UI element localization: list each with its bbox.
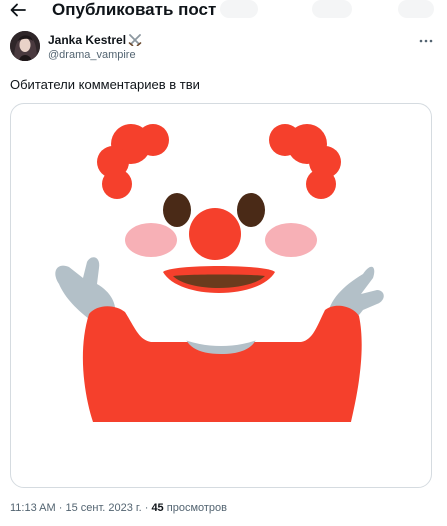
avatar[interactable]	[10, 31, 40, 61]
author-handle[interactable]: @drama_vampire	[48, 49, 136, 62]
post-meta: 11:13 AM · 15 сент. 2023 г. · 45 просмот…	[10, 501, 227, 515]
tweet-media-image[interactable]	[10, 103, 432, 488]
more-horizontal-icon	[419, 39, 433, 43]
crossed-swords-icon	[128, 34, 142, 46]
page-header: Опубликовать пост	[0, 0, 447, 22]
tweet-text: Обитатели комментариев в тви	[10, 77, 200, 92]
views-count: 45	[151, 502, 164, 514]
author-name[interactable]: Janka Kestrel	[48, 33, 142, 47]
meta-separator: ·	[58, 502, 63, 514]
meta-separator: ·	[144, 502, 149, 514]
header-faded-button[interactable]	[398, 0, 434, 18]
post-time[interactable]: 11:13 AM	[10, 502, 56, 514]
post-page: Опубликовать пост Janka Kestrel @drama_v…	[0, 0, 447, 526]
arrow-left-icon	[10, 3, 26, 17]
post-date[interactable]: 15 сент. 2023 г.	[65, 502, 141, 514]
header-faded-button[interactable]	[312, 0, 352, 18]
header-faded-button[interactable]	[220, 0, 258, 18]
avatar-image	[10, 31, 40, 61]
back-button[interactable]	[8, 0, 28, 20]
page-title: Опубликовать пост	[52, 0, 217, 19]
clown-shrug-emoji	[55, 122, 384, 422]
more-button[interactable]	[417, 36, 435, 46]
author-name-text: Janka Kestrel	[48, 33, 127, 47]
views-label: просмотров	[166, 502, 227, 514]
